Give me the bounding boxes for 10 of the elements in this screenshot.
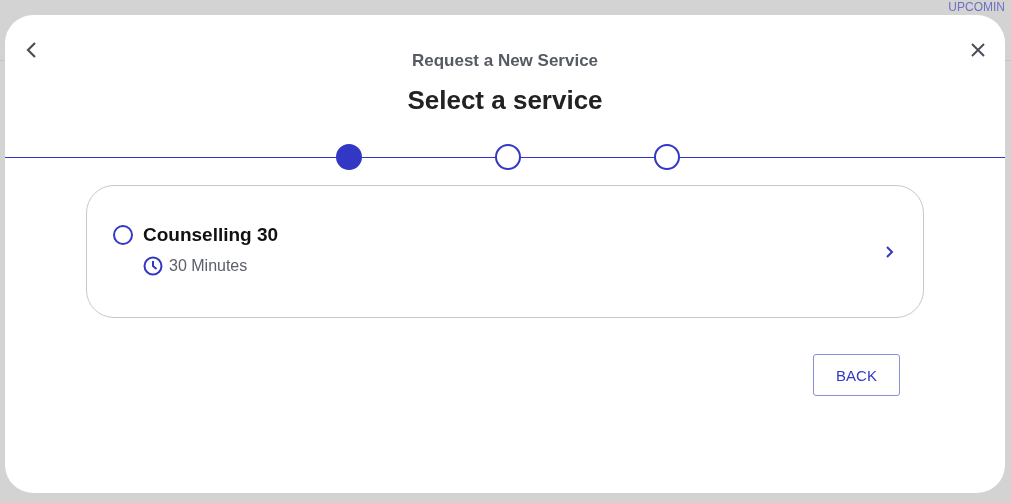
service-card[interactable]: Counselling 30 30 Minutes (86, 185, 924, 318)
radio-button[interactable] (113, 224, 133, 245)
dialog-subtitle: Request a New Service (411, 51, 599, 71)
service-duration: 30 Minutes (169, 256, 248, 275)
chevron-right-icon (885, 244, 895, 259)
dialog-title: Select a service (407, 85, 603, 116)
back-button[interactable]: BACK (813, 354, 900, 396)
service-name: Counselling 30 (143, 223, 279, 246)
clock-icon (143, 255, 163, 276)
close-icon[interactable] (970, 42, 986, 58)
